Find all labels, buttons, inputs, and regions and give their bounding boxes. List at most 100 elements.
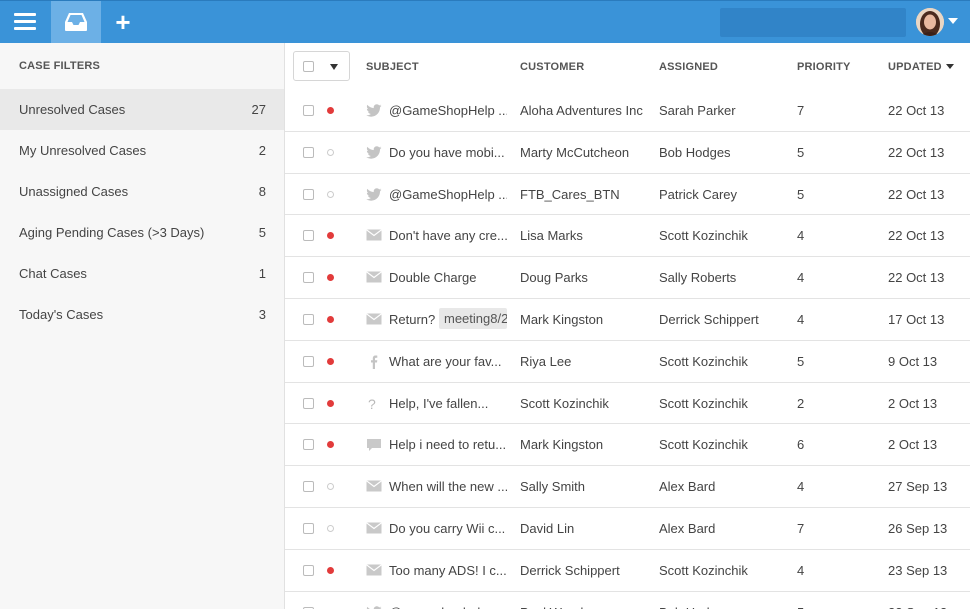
row-subject[interactable]: @GameShopHelp ... xyxy=(389,103,507,118)
row-subject[interactable]: Do you carry Wii c... xyxy=(389,521,507,536)
sidebar-item-label: Unassigned Cases xyxy=(19,184,129,199)
table-row[interactable]: Return? meeting8/2 Mark Kingston Derrick Sc… xyxy=(285,299,970,341)
row-customer: Riya Lee xyxy=(520,353,572,369)
row-checkbox[interactable] xyxy=(303,481,314,493)
row-checkbox[interactable] xyxy=(303,188,314,200)
row-checkbox[interactable] xyxy=(303,355,314,367)
table-row[interactable]: When will the new ... Sally Smith Alex Bar… xyxy=(285,466,970,508)
row-checkbox[interactable] xyxy=(303,522,314,534)
row-subject[interactable]: When will the new ... xyxy=(389,479,507,494)
row-customer: Doug Parks xyxy=(520,270,588,286)
row-subject[interactable]: Do you have mobi... xyxy=(389,145,507,160)
column-header-updated-wrap[interactable]: UPDATED xyxy=(888,61,954,73)
table-row[interactable]: ? Help, I've fallen... Scott Kozinchik Scot… xyxy=(285,383,970,425)
table-row[interactable]: Do you carry Wii c... David Lin Alex Bard 7… xyxy=(285,508,970,550)
select-all-checkbox[interactable] xyxy=(303,61,314,72)
column-header-priority[interactable]: PRIORITY xyxy=(797,61,851,73)
unread-dot-icon xyxy=(327,357,334,365)
row-updated: 22 Oct 13 xyxy=(888,186,945,202)
row-checkbox[interactable] xyxy=(303,105,314,116)
table-row[interactable]: What are your fav... Riya Lee Scott Kozinc… xyxy=(285,341,970,383)
row-updated: 2 Oct 13 xyxy=(888,437,938,453)
row-subject[interactable]: Too many ADS! I c... xyxy=(389,563,507,578)
twitter-icon xyxy=(366,187,382,202)
table-row[interactable]: Do you have mobi... Marty McCutcheon Bob H… xyxy=(285,132,970,174)
column-header-assigned[interactable]: ASSIGNED xyxy=(659,61,718,73)
sidebar-item-count: 27 xyxy=(251,102,266,117)
table-row[interactable]: Double Charge Doug Parks Sally Roberts 4 22 … xyxy=(285,257,970,299)
chevron-down-icon[interactable] xyxy=(948,18,958,24)
svg-text:?: ? xyxy=(368,397,376,411)
table-row[interactable]: @GameShopHelp ... FTB_Cares_BTN Patrick Ca… xyxy=(285,174,970,216)
row-assigned: Scott Kozinchik xyxy=(659,562,748,578)
sidebar-item-unresolved-cases[interactable]: Unresolved Cases 27 xyxy=(0,89,284,130)
row-subject[interactable]: Help i need to retu... xyxy=(389,437,507,452)
row-assigned: Bob Hodges xyxy=(659,144,731,160)
column-header-subject[interactable]: SUBJECT xyxy=(366,61,419,73)
row-assigned: Sally Roberts xyxy=(659,270,737,286)
plus-icon[interactable]: + xyxy=(112,9,134,35)
sidebar-item-count: 5 xyxy=(258,225,266,240)
filter-list: Unresolved Cases 27 My Unresolved Cases … xyxy=(0,89,284,335)
row-assigned: Derrick Schippert xyxy=(659,311,759,327)
sidebar-item-count: 3 xyxy=(258,307,266,322)
row-assigned: Scott Kozinchik xyxy=(659,228,748,244)
sort-descending-icon xyxy=(945,64,954,69)
select-all-dropdown[interactable] xyxy=(293,51,350,81)
sidebar-heading: CASE FILTERS xyxy=(19,60,101,72)
row-assigned: Sarah Parker xyxy=(659,103,736,118)
row-priority: 4 xyxy=(797,311,805,327)
table-row[interactable]: Too many ADS! I c... Derrick Schippert Sco… xyxy=(285,550,970,592)
row-priority: 4 xyxy=(797,270,805,286)
table-header: SUBJECT CUSTOMER ASSIGNED PRIORITY UPDAT… xyxy=(285,43,970,90)
search-input[interactable] xyxy=(720,8,906,37)
sidebar-item-unassigned-cases[interactable]: Unassigned Cases 8 xyxy=(0,171,284,212)
row-priority: 5 xyxy=(797,144,805,160)
row-checkbox[interactable] xyxy=(303,564,314,576)
row-customer: Derrick Schippert xyxy=(520,562,620,578)
sidebar-item-label: Unresolved Cases xyxy=(19,102,126,117)
row-subject[interactable]: Don't have any cre... xyxy=(389,228,507,243)
avatar[interactable] xyxy=(916,8,944,36)
sidebar-item-my-unresolved-cases[interactable]: My Unresolved Cases 2 xyxy=(0,130,284,171)
row-subject[interactable]: What are your fav... xyxy=(389,354,507,369)
row-checkbox[interactable] xyxy=(303,146,314,158)
sidebar-item-todays-cases[interactable]: Today's Cases 3 xyxy=(0,294,284,335)
row-customer: Lisa Marks xyxy=(520,228,583,244)
row-checkbox[interactable] xyxy=(303,272,314,284)
row-checkbox[interactable] xyxy=(303,397,314,409)
column-header-customer[interactable]: CUSTOMER xyxy=(520,61,584,73)
sidebar-item-chat-cases[interactable]: Chat Cases 1 xyxy=(0,253,284,294)
menu-icon[interactable] xyxy=(14,13,36,31)
row-assigned: Scott Kozinchik xyxy=(659,353,748,369)
read-dot-icon xyxy=(327,524,334,532)
row-customer: Mark Kingston xyxy=(520,311,604,327)
table-row[interactable]: @gameshophelp ... Paul Woods Bob Hodges 5 22… xyxy=(285,592,970,609)
row-subject[interactable]: Double Charge xyxy=(389,270,507,285)
row-updated: 22 Oct 13 xyxy=(888,144,945,160)
table-row[interactable]: @GameShopHelp ... Aloha Adventures Inc Sar… xyxy=(285,90,970,132)
caret-down-icon[interactable] xyxy=(330,64,338,70)
row-assigned: Patrick Carey xyxy=(659,186,738,202)
email-icon xyxy=(366,564,382,578)
sidebar-item-aging-pending-cases[interactable]: Aging Pending Cases (>3 Days) 5 xyxy=(0,212,284,253)
sidebar-item-label: Today's Cases xyxy=(19,307,104,322)
chat-icon xyxy=(366,438,382,452)
label-tag[interactable]: meeting8/2 xyxy=(439,307,507,329)
row-checkbox[interactable] xyxy=(303,313,314,325)
row-priority: 7 xyxy=(797,520,805,536)
row-checkbox[interactable] xyxy=(303,439,314,451)
row-priority: 4 xyxy=(797,479,805,495)
unread-dot-icon xyxy=(327,441,334,449)
inbox-button[interactable] xyxy=(51,1,101,44)
table-row[interactable]: Help i need to retu... Mark Kingston Scott… xyxy=(285,424,970,467)
row-customer: Scott Kozinchik xyxy=(520,395,609,411)
row-checkbox[interactable] xyxy=(303,230,314,242)
twitter-icon xyxy=(366,605,382,609)
row-subject[interactable]: @gameshophelp ... xyxy=(389,605,507,609)
sidebar: CASE FILTERS Unresolved Cases 27 My Unre… xyxy=(0,43,285,609)
row-subject[interactable]: Help, I've fallen... xyxy=(389,396,507,411)
row-subject[interactable]: @GameShopHelp ... xyxy=(389,187,507,202)
table-row[interactable]: Don't have any cre... Lisa Marks Scott Koz… xyxy=(285,215,970,258)
row-updated: 22 Sep 13 xyxy=(888,605,947,609)
